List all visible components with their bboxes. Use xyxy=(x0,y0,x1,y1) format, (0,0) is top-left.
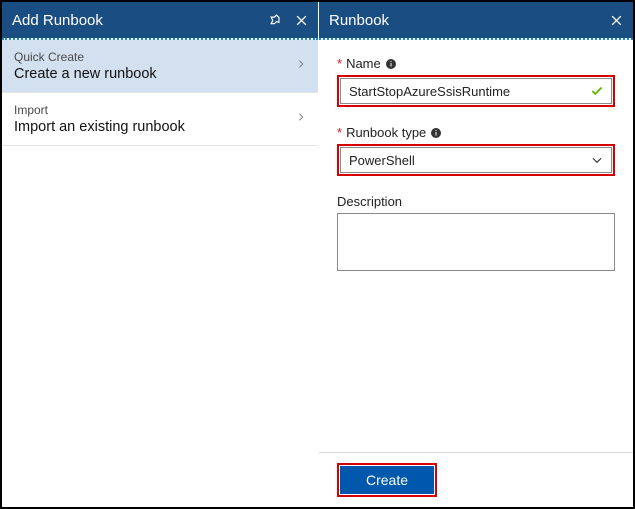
info-icon[interactable] xyxy=(385,58,397,70)
info-icon[interactable] xyxy=(430,127,442,139)
description-textarea[interactable] xyxy=(337,213,615,271)
list-item-sublabel: Import an existing runbook xyxy=(14,119,296,135)
pin-icon[interactable] xyxy=(267,13,281,27)
blade-header: Add Runbook xyxy=(2,2,318,38)
name-input[interactable] xyxy=(340,78,612,104)
close-icon[interactable] xyxy=(610,14,623,27)
import-item[interactable]: Import Import an existing runbook xyxy=(2,93,318,146)
type-select[interactable]: PowerShell xyxy=(340,147,612,173)
blade-header: Runbook xyxy=(319,2,633,38)
footer: Create xyxy=(319,452,633,507)
type-label: Runbook type xyxy=(346,125,426,140)
close-icon[interactable] xyxy=(295,14,308,27)
blade-title: Runbook xyxy=(329,12,610,29)
type-field: * Runbook type PowerShell xyxy=(337,125,615,176)
description-field: Description xyxy=(337,194,615,274)
blade-title: Add Runbook xyxy=(12,12,267,29)
chevron-right-icon xyxy=(296,110,306,129)
name-field: * Name xyxy=(337,56,615,107)
check-icon xyxy=(590,84,604,98)
list-item-sublabel: Create a new runbook xyxy=(14,66,296,82)
add-runbook-blade: Add Runbook Quick Create Create a xyxy=(2,2,319,507)
blade-body: * Name xyxy=(319,38,633,507)
chevron-down-icon xyxy=(590,153,604,167)
description-label: Description xyxy=(337,194,402,209)
runbook-blade: Runbook * Name xyxy=(319,2,633,507)
quick-create-item[interactable]: Quick Create Create a new runbook xyxy=(2,40,318,93)
name-label: Name xyxy=(346,56,381,71)
blade-body: Quick Create Create a new runbook Import… xyxy=(2,38,318,507)
list-item-label: Quick Create xyxy=(14,50,296,64)
required-marker: * xyxy=(337,125,342,140)
required-marker: * xyxy=(337,56,342,71)
list-item-label: Import xyxy=(14,103,296,117)
create-button[interactable]: Create xyxy=(340,466,434,494)
chevron-right-icon xyxy=(296,57,306,76)
